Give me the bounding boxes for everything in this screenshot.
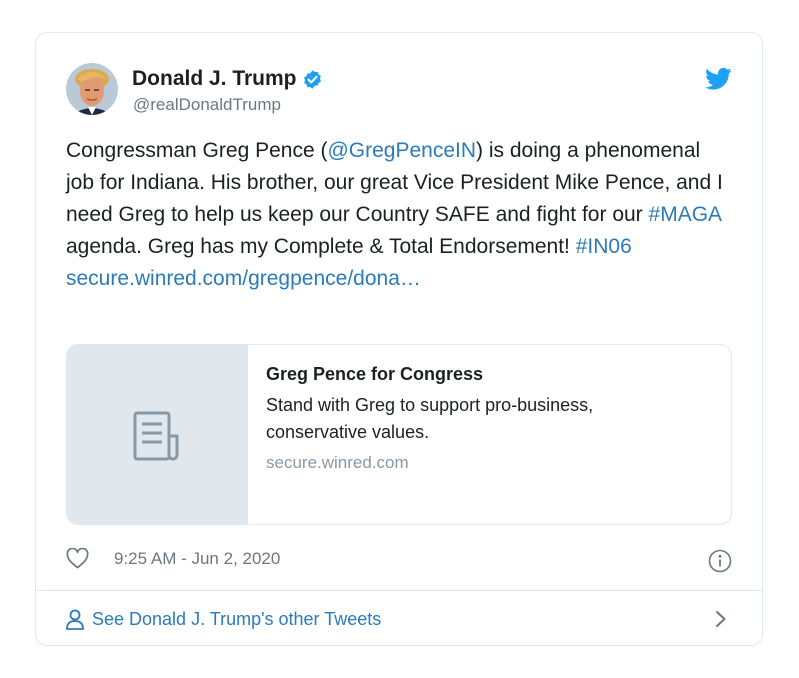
link-card-title: Greg Pence for Congress (266, 364, 484, 384)
hashtag-link-maga[interactable]: #MAGA (649, 203, 721, 226)
tweet-meta-row: 9:25 AM - Jun 2, 2020 (66, 548, 280, 569)
link-preview-card[interactable]: Greg Pence for Congress Stand with Greg … (66, 344, 732, 525)
hashtag-link-in06[interactable]: #IN06 (576, 235, 632, 258)
heart-icon[interactable] (66, 548, 89, 569)
author-name-row[interactable]: Donald J. Trump (132, 67, 323, 91)
document-icon (133, 411, 179, 461)
see-other-tweets-link[interactable]: See Donald J. Trump's other Tweets (66, 591, 732, 647)
author-handle[interactable]: @realDonaldTrump (133, 95, 281, 115)
url-link[interactable]: secure.winred.com/gregpence/dona… (66, 267, 421, 290)
link-card-domain: secure.winred.com (266, 453, 409, 472)
link-card-thumbnail (67, 345, 248, 524)
chevron-right-icon[interactable] (715, 610, 727, 628)
author-display-name[interactable]: Donald J. Trump (132, 67, 297, 91)
tweet-timestamp[interactable]: 9:25 AM - Jun 2, 2020 (114, 549, 280, 569)
info-icon[interactable] (708, 549, 732, 573)
avatar[interactable] (66, 63, 118, 115)
link-card-body: Greg Pence for Congress Stand with Greg … (248, 345, 666, 524)
tweet-text-part: agenda. Greg has my Complete & Total End… (66, 235, 576, 258)
tweet-text: Congressman Greg Pence (@GregPenceIN) is… (66, 135, 726, 295)
mention-link[interactable]: @GregPenceIN (327, 139, 476, 162)
twitter-bird-icon[interactable] (705, 67, 732, 91)
verified-badge-icon (303, 69, 321, 89)
link-card-description: Stand with Greg to support pro-business,… (266, 395, 594, 442)
see-other-tweets-label[interactable]: See Donald J. Trump's other Tweets (92, 609, 381, 630)
user-icon (66, 609, 84, 630)
embedded-tweet-card: Donald J. Trump @realDonaldTrump Congres… (35, 32, 763, 646)
tweet-text-part: Congressman Greg Pence ( (66, 139, 328, 162)
